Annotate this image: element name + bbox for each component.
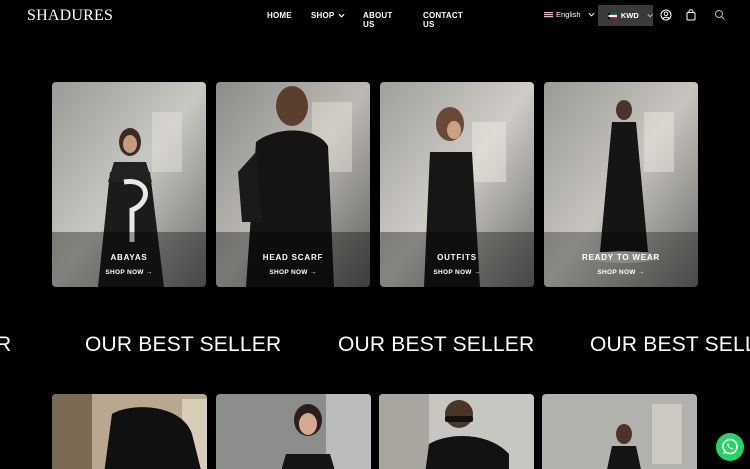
nav-contact-us[interactable]: CONTACT US	[423, 11, 463, 29]
shop-now-link[interactable]: SHOP NOW →	[544, 269, 698, 276]
shop-now-link[interactable]: SHOP NOW →	[216, 269, 370, 276]
nav-shop[interactable]: SHOP	[311, 11, 346, 20]
language-selector[interactable]: English	[544, 10, 595, 19]
nav-about-label: ABOUT US	[363, 11, 393, 29]
whatsapp-icon	[722, 438, 738, 455]
account-icon[interactable]	[660, 9, 672, 21]
nav-shop-label: SHOP	[311, 11, 335, 20]
product-card[interactable]	[52, 394, 207, 469]
site-logo[interactable]: SHADURES	[27, 7, 113, 25]
shopping-bag-icon[interactable]	[685, 9, 697, 21]
category-title: ABAYAS	[110, 253, 148, 262]
marquee-text: OUR BEST SELLER	[338, 333, 535, 356]
currency-selector[interactable]: KWD	[598, 5, 653, 26]
chevron-down-icon	[588, 12, 595, 17]
nav-contact-label: CONTACT US	[423, 11, 463, 29]
category-title: HEAD SCARF	[262, 253, 324, 262]
marquee-text: R	[0, 333, 12, 356]
marquee-text: OUR BEST SELLER	[85, 333, 282, 356]
chevron-down-icon	[338, 13, 346, 18]
product-card[interactable]	[216, 394, 371, 469]
site-header: SHADURES HOME SHOP ABOUT US CONTACT US E…	[0, 0, 750, 32]
marquee-text: OUR BEST SELLE	[590, 333, 750, 356]
category-card-ready-to-wear[interactable]: READY TO WEAR SHOP NOW →	[544, 82, 698, 287]
category-title: OUTFITS	[437, 253, 477, 262]
nav-home[interactable]: HOME	[267, 11, 292, 20]
language-label: English	[556, 10, 581, 19]
uk-flag-icon	[544, 11, 553, 18]
product-image	[52, 394, 207, 469]
kuwait-flag-icon	[608, 12, 617, 19]
chevron-down-icon	[647, 14, 653, 18]
category-card-head-scarf[interactable]: HEAD SCARF SHOP NOW →	[216, 82, 370, 287]
category-card-abayas[interactable]: ABAYAS SHOP NOW →	[52, 82, 206, 287]
nav-about-us[interactable]: ABOUT US	[363, 11, 392, 29]
whatsapp-chat-button[interactable]	[716, 433, 744, 461]
product-image	[216, 394, 371, 469]
nav-home-label: HOME	[267, 11, 292, 20]
search-icon[interactable]	[714, 9, 726, 21]
shop-now-link[interactable]: SHOP NOW →	[52, 269, 206, 276]
product-image	[542, 394, 697, 469]
product-image	[379, 394, 534, 469]
product-card[interactable]	[542, 394, 697, 469]
category-card-outfits[interactable]: OUTFITS SHOP NOW →	[380, 82, 534, 287]
product-card[interactable]	[379, 394, 534, 469]
shop-now-link[interactable]: SHOP NOW →	[380, 269, 534, 276]
category-title: READY TO WEAR	[581, 253, 661, 262]
currency-label: KWD	[620, 11, 639, 20]
